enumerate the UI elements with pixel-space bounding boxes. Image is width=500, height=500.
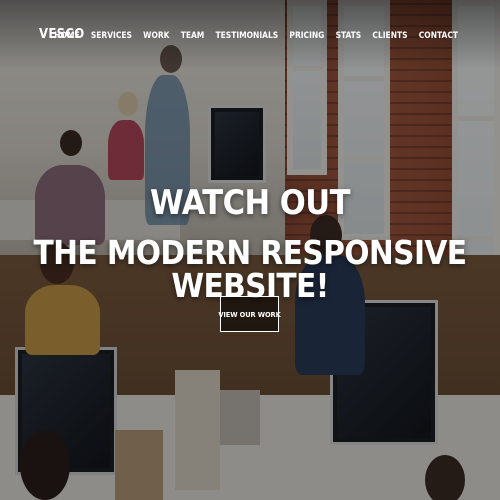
nav-item-work[interactable]: WORK: [138, 30, 176, 40]
hero-subtitle: THE MODERN RESPONSIVE WEBSITE!: [33, 233, 468, 305]
nav-item-contact[interactable]: CONTACT: [413, 30, 458, 40]
nav-item-home[interactable]: HOME: [49, 30, 86, 40]
top-navbar: VESCO HOME SERVICES WORK TEAM TESTIMONIA…: [0, 0, 500, 70]
view-our-work-button[interactable]: VIEW OUR WORK: [218, 296, 281, 332]
nav-item-stats[interactable]: STATS: [330, 30, 367, 40]
hero-section: WATCH OUT THE MODERN RESPONSIVE WEBSITE!…: [0, 0, 500, 500]
nav-item-clients[interactable]: CLIENTS: [367, 30, 413, 40]
hero-title: WATCH OUT: [149, 183, 351, 223]
nav-item-testimonials[interactable]: TESTIMONIALS: [210, 30, 284, 40]
main-nav: HOME SERVICES WORK TEAM TESTIMONIALS PRI…: [49, 30, 458, 40]
nav-item-pricing[interactable]: PRICING: [284, 30, 330, 40]
nav-item-services[interactable]: SERVICES: [85, 30, 137, 40]
nav-item-team[interactable]: TEAM: [175, 30, 210, 40]
